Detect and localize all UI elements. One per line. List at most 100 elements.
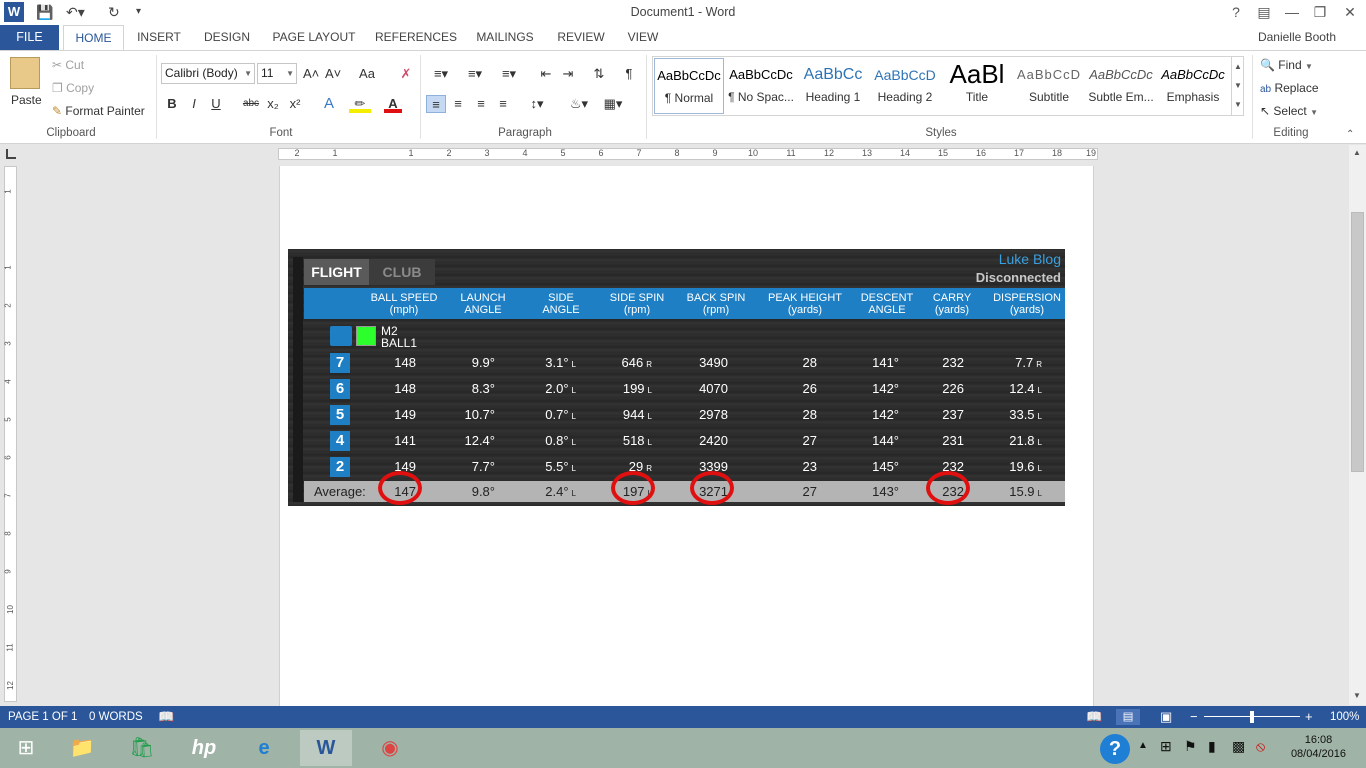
bullets-icon[interactable]: ≡▾ [428, 65, 454, 83]
find-button[interactable]: 🔍 Find ▼ [1260, 58, 1313, 72]
sort-icon[interactable]: ⇅ [591, 65, 607, 83]
increase-indent-icon[interactable]: ⇥ [560, 65, 576, 83]
column-header: BACK SPIN (rpm) [674, 292, 758, 316]
scrollbar-thumb[interactable] [1351, 212, 1364, 472]
zoom-in-icon[interactable]: + [1305, 706, 1313, 728]
shading-icon[interactable]: ♨▾ [566, 95, 592, 113]
paste-button[interactable]: Paste [11, 93, 42, 107]
style-heading-2[interactable]: AaBbCcD Heading 2 [870, 58, 940, 114]
proofing-icon[interactable]: 📖 [158, 706, 174, 728]
italic-button[interactable]: I [187, 95, 201, 113]
text-effects-icon[interactable]: A [318, 95, 340, 113]
collapse-ribbon-icon[interactable]: ⌃ [1346, 129, 1354, 140]
style-emphasis[interactable]: AaBbCcDc Emphasis [1158, 58, 1228, 114]
grow-font-button[interactable]: A˄ [303, 65, 319, 83]
network-icon[interactable]: ▩ [1232, 738, 1245, 755]
tab-file[interactable]: FILE [0, 25, 59, 50]
replace-button[interactable]: ab Replace [1260, 81, 1319, 95]
borders-icon[interactable]: ▦▾ [600, 95, 626, 113]
align-left-icon[interactable]: ≡ [426, 95, 446, 113]
zoom-level[interactable]: 100% [1330, 706, 1359, 728]
page-count[interactable]: PAGE 1 OF 1 [8, 706, 77, 728]
align-right-icon[interactable]: ≡ [473, 95, 489, 113]
table-cell: 646 R [592, 355, 652, 370]
align-center-icon[interactable]: ≡ [450, 95, 466, 113]
read-mode-icon[interactable]: 📖 [1086, 706, 1102, 728]
tab-mailings[interactable]: MAILINGS [472, 25, 538, 50]
format-painter-button[interactable]: ✎ Format Painter [52, 104, 145, 118]
horizontal-ruler[interactable]: 2 1 1 2 3 4 5 6 7 8 9 10 11 12 13 14 15 16 17 18 19 [278, 148, 1098, 160]
superscript-button[interactable]: x² [287, 95, 303, 113]
zoom-out-icon[interactable]: − [1190, 706, 1198, 728]
tab-insert[interactable]: INSERT [132, 25, 186, 50]
hp-icon[interactable]: hp [178, 730, 230, 766]
line-spacing-icon[interactable]: ↕▾ [524, 95, 550, 113]
clock[interactable]: 16:08 08/04/2016 [1291, 733, 1346, 761]
help-tray-icon[interactable]: ? [1100, 734, 1130, 764]
style-no-spacing[interactable]: AaBbCcDc ¶ No Spac... [726, 58, 796, 114]
font-name-combo[interactable]: Calibri (Body) ▼ [161, 63, 255, 84]
action-center-icon[interactable]: ⚑ [1184, 738, 1197, 755]
print-layout-icon[interactable]: ▤ [1116, 709, 1140, 725]
battery-icon[interactable]: ▮ [1208, 738, 1216, 755]
chrome-icon[interactable]: ◉ [364, 730, 416, 766]
user-account[interactable]: Danielle Booth [1258, 25, 1336, 50]
underline-button[interactable]: U [209, 95, 223, 113]
paste-icon[interactable] [10, 57, 40, 89]
cell-value: 141 [394, 433, 416, 448]
tab-view[interactable]: VIEW [622, 25, 664, 50]
style-heading-1[interactable]: AaBbCc Heading 1 [798, 58, 868, 114]
zoom-slider-thumb[interactable] [1250, 711, 1254, 723]
style-name: Emphasis [1166, 90, 1220, 104]
subscript-button[interactable]: x₂ [265, 95, 281, 113]
volume-muted-icon[interactable]: ⦸ [1256, 738, 1265, 755]
copy-button[interactable]: ❐ Copy [52, 81, 94, 95]
tab-references[interactable]: REFERENCES [372, 25, 460, 50]
style-subtitle[interactable]: AaBbCcD Subtitle [1014, 58, 1084, 114]
show-hide-button[interactable]: ¶ [621, 65, 637, 83]
multilevel-list-icon[interactable]: ≡▾ [496, 65, 522, 83]
strikethrough-button[interactable]: abc [240, 95, 262, 113]
word-count[interactable]: 0 WORDS [89, 706, 143, 728]
font-color-icon[interactable]: A [384, 95, 402, 113]
highlight-icon[interactable]: ✏ [349, 95, 371, 113]
internet-explorer-icon[interactable]: e [238, 730, 290, 766]
style-normal[interactable]: AaBbCcDc ¶ Normal [654, 58, 724, 114]
justify-icon[interactable]: ≡ [495, 95, 511, 113]
windows-flag-icon[interactable]: ⊞ [1160, 738, 1172, 755]
tab-design[interactable]: DESIGN [198, 25, 256, 50]
tab-page-layout[interactable]: PAGE LAYOUT [268, 25, 360, 50]
tab-review[interactable]: REVIEW [552, 25, 610, 50]
select-button[interactable]: ↖ Select ▼ [1260, 104, 1318, 118]
change-case-button[interactable]: Aa [353, 65, 381, 83]
tab-selector-icon[interactable] [6, 149, 16, 159]
web-layout-icon[interactable]: ▣ [1160, 706, 1172, 728]
cut-button[interactable]: ✂ Cut [52, 58, 84, 72]
ruler-tick: 17 [1013, 148, 1024, 158]
restore-icon[interactable]: ❐ [1308, 2, 1332, 22]
start-icon[interactable]: ⊞ [0, 730, 52, 766]
bold-button[interactable]: B [165, 95, 179, 113]
clear-formatting-icon[interactable]: ✗ [398, 65, 414, 83]
scroll-up-icon[interactable]: ▲ [1353, 148, 1361, 157]
store-icon[interactable]: 🛍 [116, 730, 168, 766]
editing-group-label: Editing [1273, 127, 1309, 139]
decrease-indent-icon[interactable]: ⇤ [538, 65, 554, 83]
style-title[interactable]: AaBl Title [942, 58, 1012, 114]
style-subtle-emphasis[interactable]: AaBbCcDc Subtle Em... [1086, 58, 1156, 114]
vertical-ruler[interactable]: 1 1 2 3 4 5 6 7 8 9 10 11 12 [4, 166, 17, 702]
close-icon[interactable]: ✕ [1338, 2, 1362, 22]
scroll-down-icon[interactable]: ▼ [1353, 691, 1361, 700]
help-icon[interactable]: ? [1224, 2, 1248, 22]
styles-scroll[interactable]: ▲ ▼ ▼ [1231, 57, 1244, 115]
word-taskbar-icon[interactable]: W [300, 730, 352, 766]
shrink-font-button[interactable]: A˅ [325, 65, 341, 83]
tab-home[interactable]: HOME [63, 25, 124, 50]
numbering-icon[interactable]: ≡▾ [462, 65, 488, 83]
golf-stats-image[interactable]: FLIGHT CLUB Luke Blog Disconnected BALL … [288, 249, 1065, 506]
font-size-combo[interactable]: 11 ▼ [257, 63, 297, 84]
show-hidden-icons-icon[interactable]: ▲ [1138, 740, 1148, 751]
file-explorer-icon[interactable]: 📁 [56, 730, 108, 766]
ribbon-display-icon[interactable]: ▤ [1252, 2, 1276, 22]
minimize-icon[interactable]: — [1280, 2, 1304, 22]
